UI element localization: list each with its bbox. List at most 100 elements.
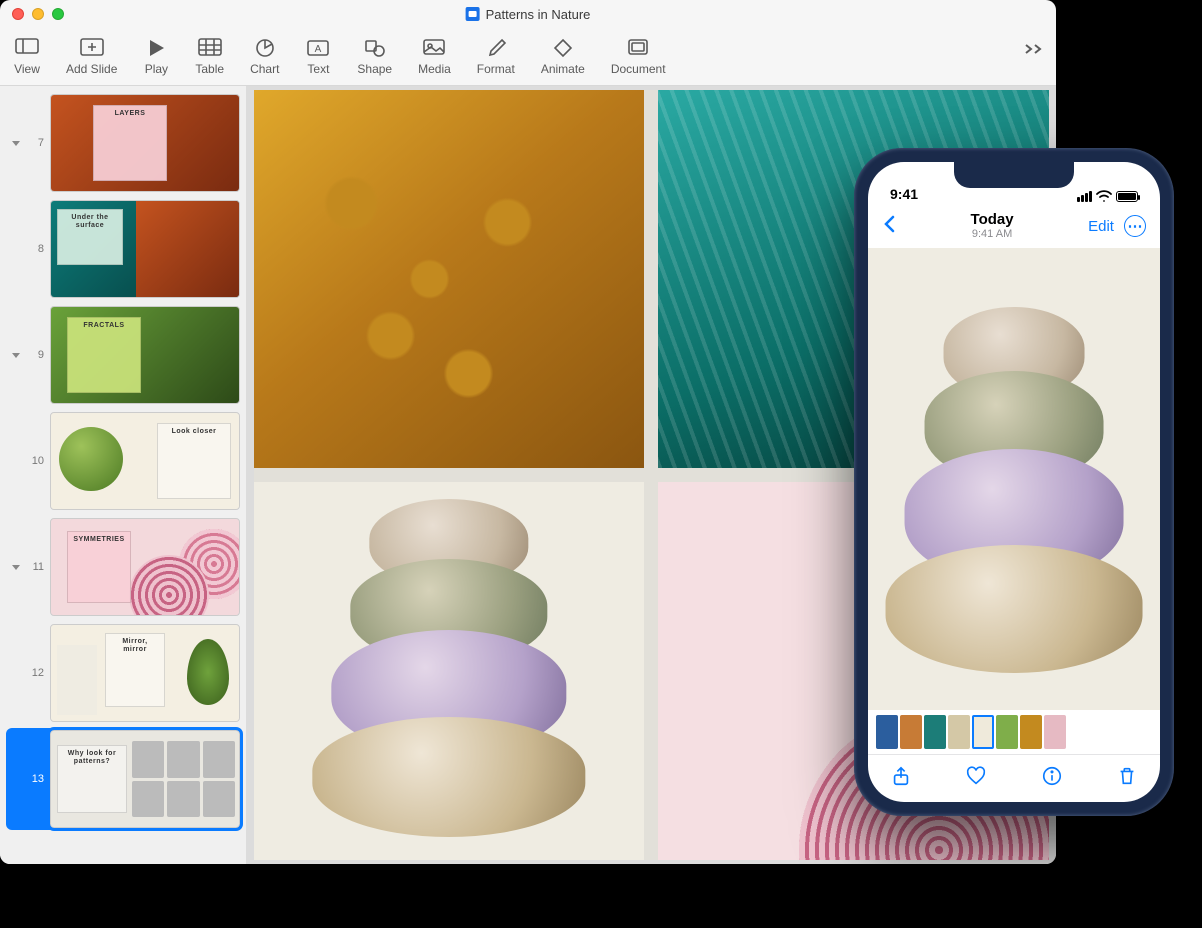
slide-thumbnail-11[interactable]: 11 SYMMETRIES <box>6 516 242 618</box>
minimize-window-button[interactable] <box>32 8 44 20</box>
photos-title-main: Today <box>971 212 1014 229</box>
slide-title: Mirror, mirror <box>110 638 160 653</box>
iphone-screen: 9:41 Today 9:41 AM Edit ⋯ <box>868 162 1160 802</box>
disclosure-triangle-icon[interactable] <box>6 138 26 148</box>
textbox-icon: A <box>305 38 331 58</box>
cellular-signal-icon <box>1077 191 1092 202</box>
toolbar-label: View <box>14 62 40 76</box>
slide-number: 7 <box>26 137 44 149</box>
slide-title: Why look for patterns? <box>62 750 122 765</box>
slide-number: 10 <box>26 455 44 467</box>
battery-icon <box>1116 191 1138 202</box>
slide-title: Under the surface <box>62 214 118 229</box>
window-title: Patterns in Nature <box>466 7 591 22</box>
toolbar-label: Media <box>418 62 451 76</box>
iphone-notch <box>954 162 1074 188</box>
iphone-device: 9:41 Today 9:41 AM Edit ⋯ <box>854 148 1174 816</box>
favorite-button[interactable] <box>965 765 987 792</box>
fullscreen-window-button[interactable] <box>52 8 64 20</box>
slide-thumb: SYMMETRIES <box>50 518 240 616</box>
slide-title: FRACTALS <box>72 322 136 330</box>
filmstrip-thumb[interactable] <box>900 715 922 749</box>
add-slide-button[interactable]: Add Slide <box>66 38 117 76</box>
back-button[interactable] <box>882 214 896 239</box>
view-button[interactable]: View <box>14 38 40 76</box>
table-button[interactable]: Table <box>195 38 224 76</box>
media-button[interactable]: Media <box>418 38 451 76</box>
slide-thumb: Mirror, mirror <box>50 624 240 722</box>
document-title: Patterns in Nature <box>486 7 591 22</box>
play-button[interactable]: Play <box>143 38 169 76</box>
disclosure-triangle-icon[interactable] <box>6 562 26 572</box>
disclosure-triangle-icon[interactable] <box>6 350 26 360</box>
slide-number: 13 <box>26 773 44 785</box>
toolbar-label: Animate <box>541 62 585 76</box>
slide-thumbnail-13[interactable]: 13 Why look for patterns? <box>6 728 242 830</box>
pie-chart-icon <box>252 38 278 58</box>
animate-button[interactable]: Animate <box>541 38 585 76</box>
info-button[interactable] <box>1041 765 1063 792</box>
plus-rect-icon <box>79 38 105 58</box>
close-window-button[interactable] <box>12 8 24 20</box>
photo-viewer[interactable] <box>868 248 1160 710</box>
diamond-icon <box>550 38 576 58</box>
brush-icon <box>483 38 509 58</box>
filmstrip-thumb[interactable] <box>1044 715 1066 749</box>
slide-title: LAYERS <box>98 110 162 118</box>
wifi-icon <box>1096 190 1112 202</box>
photo-filmstrip[interactable] <box>868 710 1160 754</box>
table-icon <box>197 38 223 58</box>
more-button[interactable]: ⋯ <box>1124 215 1146 237</box>
toolbar-label: Chart <box>250 62 279 76</box>
slide-thumb: Look closer <box>50 412 240 510</box>
filmstrip-thumb-selected[interactable] <box>972 715 994 749</box>
toolbar: View Add Slide Play Table Chart A Text S… <box>0 28 1056 86</box>
slide-thumbnail-8[interactable]: 8 Under the surface <box>6 198 242 300</box>
svg-text:A: A <box>315 44 322 55</box>
text-button[interactable]: A Text <box>305 38 331 76</box>
share-button[interactable] <box>890 765 912 792</box>
shape-button[interactable]: Shape <box>357 38 392 76</box>
document-proxy-icon[interactable] <box>466 7 480 21</box>
toolbar-label: Add Slide <box>66 62 117 76</box>
toolbar-label: Document <box>611 62 666 76</box>
toolbar-label: Table <box>195 62 224 76</box>
image-icon <box>421 38 447 58</box>
shape-icon <box>362 38 388 58</box>
status-time: 9:41 <box>890 186 918 202</box>
filmstrip-thumb[interactable] <box>948 715 970 749</box>
slide-number: 9 <box>26 349 44 361</box>
traffic-lights <box>12 8 64 20</box>
slide-image-urchins[interactable] <box>254 482 645 860</box>
filmstrip-thumb[interactable] <box>1020 715 1042 749</box>
format-button[interactable]: Format <box>477 38 515 76</box>
slide-thumbnail-9[interactable]: 9 FRACTALS <box>6 304 242 406</box>
document-button[interactable]: Document <box>611 38 666 76</box>
chart-button[interactable]: Chart <box>250 38 279 76</box>
toolbar-label: Format <box>477 62 515 76</box>
slide-thumb: Under the surface <box>50 200 240 298</box>
toolbar-label: Play <box>145 62 168 76</box>
photos-title-sub: 9:41 AM <box>971 228 1014 240</box>
slide-thumbnail-10[interactable]: 10 Look closer <box>6 410 242 512</box>
toolbar-overflow-button[interactable] <box>1024 42 1044 61</box>
filmstrip-thumb[interactable] <box>924 715 946 749</box>
slide-thumb: Why look for patterns? <box>50 730 240 828</box>
delete-button[interactable] <box>1116 765 1138 792</box>
slide-thumbnail-12[interactable]: 12 Mirror, mirror <box>6 622 242 724</box>
slide-thumbnail-7[interactable]: 7 LAYERS <box>6 92 242 194</box>
slide-navigator[interactable]: 7 LAYERS 8 Under the surface <box>0 86 246 864</box>
sidebar-icon <box>14 38 40 58</box>
slide-title: SYMMETRIES <box>72 536 126 544</box>
slide-number: 8 <box>26 243 44 255</box>
photos-nav-bar: Today 9:41 AM Edit ⋯ <box>868 204 1160 248</box>
edit-button[interactable]: Edit <box>1088 218 1114 235</box>
slide-number: 11 <box>26 561 44 573</box>
filmstrip-thumb[interactable] <box>876 715 898 749</box>
toolbar-label: Shape <box>357 62 392 76</box>
slide-image-honeycomb[interactable] <box>254 90 645 468</box>
filmstrip-thumb[interactable] <box>996 715 1018 749</box>
doc-icon <box>625 38 651 58</box>
window-titlebar: Patterns in Nature <box>0 0 1056 28</box>
slide-thumb: LAYERS <box>50 94 240 192</box>
